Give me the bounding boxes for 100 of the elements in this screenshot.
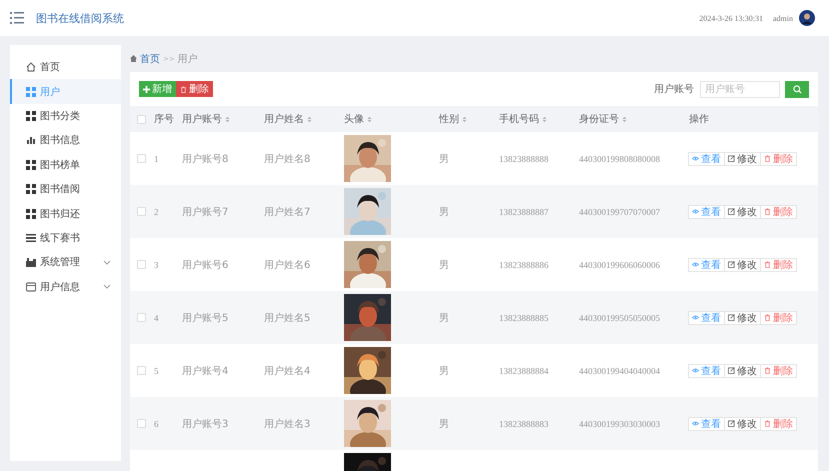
bar-chart-icon xyxy=(26,135,36,146)
view-button[interactable]: 查看 xyxy=(688,416,725,430)
table-cell: 440300199808080008 xyxy=(579,154,660,164)
list-icon xyxy=(26,232,36,243)
table-cell: 2 xyxy=(154,206,158,216)
delete-button[interactable]: 删除 xyxy=(760,258,797,272)
grid-icon xyxy=(26,86,36,97)
trash-icon xyxy=(764,420,771,427)
select-all-checkbox[interactable] xyxy=(136,114,146,124)
row-checkbox[interactable] xyxy=(136,154,146,163)
eye-icon xyxy=(692,209,699,214)
trash-icon xyxy=(180,86,187,92)
edit-button[interactable]: 修改 xyxy=(724,310,761,324)
sidebar-item[interactable]: 图书分类 xyxy=(10,104,121,128)
table-cell-text: 用户账号7 xyxy=(182,206,228,218)
table-cell-text: 用户账号3 xyxy=(182,418,228,430)
home-icon xyxy=(130,55,137,62)
chevron-icon xyxy=(103,284,111,290)
edit-button[interactable]: 修改 xyxy=(724,364,761,378)
table-cell-text: 男 xyxy=(439,152,449,166)
column-header[interactable]: 性别 xyxy=(439,112,467,126)
trash-icon xyxy=(764,155,771,162)
sidebar-item[interactable]: 首页 xyxy=(10,55,121,80)
edit-button[interactable]: 修改 xyxy=(724,416,761,430)
sidebar-item[interactable]: 图书信息 xyxy=(10,128,121,153)
row-checkbox[interactable] xyxy=(136,313,146,322)
table-cell-text: 用户账号8 xyxy=(182,152,228,166)
trash-icon xyxy=(764,314,771,321)
edit-button[interactable]: 修改 xyxy=(724,152,761,166)
column-header[interactable]: 用户姓名 xyxy=(264,112,312,126)
sidebar-item[interactable]: 图书借阅 xyxy=(10,176,121,202)
delete-button[interactable]: 删除 xyxy=(760,310,797,324)
search-field[interactable]: 用户账号 xyxy=(700,80,780,98)
delete-button[interactable]: 删除 xyxy=(760,152,797,166)
table-cell-text: 用户姓名3 xyxy=(264,418,310,430)
sort-icon[interactable] xyxy=(307,116,312,122)
sort-icon[interactable] xyxy=(462,116,467,122)
column-header[interactable]: 用户账号 xyxy=(182,112,230,126)
row-checkbox[interactable] xyxy=(136,207,146,216)
view-button[interactable]: 查看 xyxy=(688,364,725,378)
breadcrumb-link[interactable]: 首页 xyxy=(140,52,160,66)
table-cell-text: 用户姓名5 xyxy=(264,312,310,324)
row-checkbox[interactable] xyxy=(136,260,146,269)
search-button[interactable] xyxy=(785,80,809,98)
view-button[interactable]: 查看 xyxy=(688,258,725,272)
edit-icon xyxy=(728,208,735,215)
sort-icon[interactable] xyxy=(225,116,230,122)
view-button[interactable]: 查看 xyxy=(688,204,725,218)
table-cell-text: 用户姓名4 xyxy=(264,364,310,378)
column-header: 序号 xyxy=(154,112,174,126)
sidebar-item[interactable]: 线下赛书 xyxy=(10,226,121,250)
table-cell-text: 用户姓名7 xyxy=(264,206,310,218)
edit-icon xyxy=(728,314,735,321)
column-header: 操作 xyxy=(689,113,709,126)
table-cell-text: 用户姓名6 xyxy=(264,258,310,272)
search-icon xyxy=(792,84,802,94)
column-header[interactable]: 头像 xyxy=(344,112,372,126)
table-cell: 440300199707070007 xyxy=(579,206,660,216)
table-cell: 440300199404040004 xyxy=(579,366,660,376)
sidebar-item[interactable]: 系统管理 xyxy=(10,250,121,275)
eye-icon xyxy=(692,156,699,161)
sort-icon[interactable] xyxy=(367,116,372,122)
datetime: 2024-3-26 13:30:31 xyxy=(699,14,763,22)
avatar-icon[interactable] xyxy=(799,10,815,26)
delete-button[interactable]: 删除 xyxy=(760,416,797,430)
grid-icon xyxy=(26,208,36,219)
add-button[interactable]: 新增 xyxy=(139,81,176,97)
edit-button[interactable]: 修改 xyxy=(724,258,761,272)
table-cell-text: 男 xyxy=(439,364,449,378)
column-header[interactable]: 手机号码 xyxy=(499,112,547,126)
edit-button[interactable]: 修改 xyxy=(724,204,761,218)
delete-button[interactable]: 删除 xyxy=(176,81,213,97)
table-cell: 440300199505050005 xyxy=(579,312,660,322)
column-header[interactable]: 身份证号 xyxy=(579,112,627,126)
sidebar-item[interactable]: 图书归还 xyxy=(10,201,121,226)
sort-icon[interactable] xyxy=(542,116,547,122)
sidebar-item[interactable]: 图书榜单 xyxy=(10,152,121,177)
table-cell-text: 男 xyxy=(439,312,449,324)
trash-icon xyxy=(764,367,771,374)
menu-icon[interactable] xyxy=(10,12,24,24)
search-label: 用户账号 xyxy=(654,82,694,96)
table-cell: 1 xyxy=(154,154,158,164)
view-button[interactable]: 查看 xyxy=(688,310,725,324)
delete-button[interactable]: 删除 xyxy=(760,204,797,218)
sort-icon[interactable] xyxy=(622,116,627,122)
table-cell: 13823888887 xyxy=(499,206,548,216)
table-cell-text: 用户账号4 xyxy=(182,364,228,378)
table-cell: 5 xyxy=(154,366,158,376)
table-cell-text: 男 xyxy=(439,418,449,430)
delete-button[interactable]: 删除 xyxy=(760,364,797,378)
edit-icon xyxy=(728,420,735,427)
sidebar-item[interactable]: 用户信息 xyxy=(10,274,121,299)
view-button[interactable]: 查看 xyxy=(688,152,725,166)
eye-icon xyxy=(692,315,699,320)
eye-icon xyxy=(692,262,699,267)
username: admin xyxy=(773,14,793,22)
row-checkbox[interactable] xyxy=(136,419,146,428)
table-cell-text: 男 xyxy=(439,258,449,272)
row-checkbox[interactable] xyxy=(136,366,146,375)
eye-icon xyxy=(692,421,699,426)
